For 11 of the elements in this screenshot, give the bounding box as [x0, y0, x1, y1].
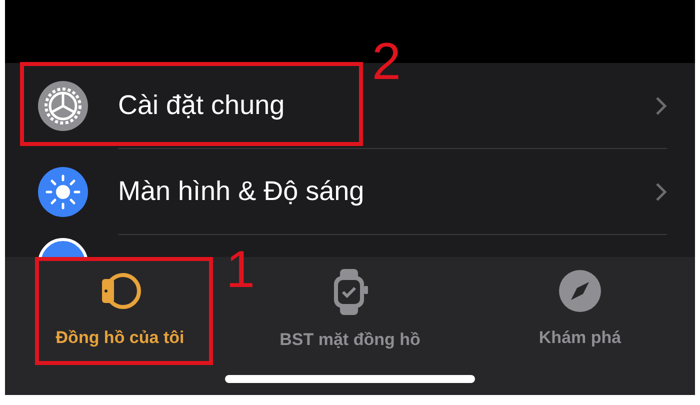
chevron-icon — [655, 96, 667, 116]
tab[interactable]: Khám phá — [465, 269, 695, 352]
step-number: 1 — [226, 244, 255, 296]
gear-icon — [38, 81, 88, 131]
compass-icon — [558, 269, 602, 313]
chevron-icon — [655, 182, 667, 202]
row-label: Cài đặt chung — [118, 89, 286, 122]
settings-row[interactable]: Màn hình & Độ sáng — [5, 149, 695, 235]
row-label: Màn hình & Độ sáng — [118, 175, 366, 208]
step-number: 2 — [372, 36, 401, 88]
sun-icon — [38, 167, 88, 217]
